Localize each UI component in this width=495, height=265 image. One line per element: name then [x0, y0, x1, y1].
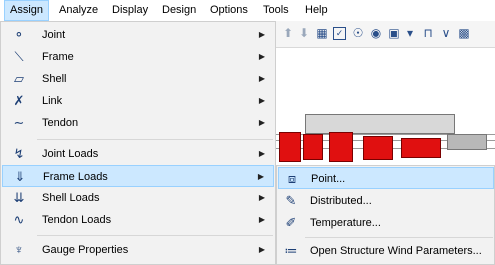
frame-loads-submenu: ⧈ Point... ✎ Distributed... ✐ Temperatur…	[276, 165, 495, 265]
menu-item-label: Frame	[42, 51, 74, 63]
shell-icon: ▱	[14, 71, 24, 86]
submenu-item-temperature[interactable]: ✐ Temperature...	[278, 212, 494, 234]
menu-bar: Assign Analyze Display Design Options To…	[0, 0, 495, 22]
menu-item-label: Frame Loads	[43, 171, 108, 183]
menu-item-joint[interactable]: ⚬ Joint ▶	[2, 24, 274, 46]
menu-item-label: Gauge Properties	[42, 244, 129, 256]
submenu-arrow-icon: ▶	[258, 52, 265, 61]
submenu-arrow-icon: ▶	[258, 149, 265, 158]
menu-item-label: Tendon Loads	[42, 214, 112, 226]
menu-item-frame[interactable]: ⟍ Frame ▶	[2, 46, 274, 68]
gauge-properties-icon: ♆	[14, 242, 24, 257]
submenu-arrow-icon: ▶	[257, 172, 264, 181]
dropdown-icon[interactable]: ▾	[403, 26, 417, 40]
structure-wall-panel	[279, 132, 301, 162]
assign-menu: ⚬ Joint ▶ ⟍ Frame ▶ ▱ Shell ▶ ✗ Link ▶ ∼…	[0, 21, 276, 265]
node-view-icon[interactable]: ∨	[439, 26, 453, 40]
shell-loads-icon: ⇊	[13, 190, 25, 205]
menu-item-shell[interactable]: ▱ Shell ▶	[2, 68, 274, 90]
structure-wall-panel	[363, 136, 393, 160]
menu-analyze[interactable]: Analyze	[54, 0, 103, 21]
submenu-item-label: Distributed...	[310, 195, 372, 207]
frame-view-icon[interactable]: ⊓	[421, 26, 435, 40]
menu-item-shell-loads[interactable]: ⇊ Shell Loads ▶	[2, 187, 274, 209]
menu-item-label: Tendon	[42, 117, 79, 129]
building-icon[interactable]: ▩	[457, 26, 471, 40]
submenu-arrow-icon: ▶	[258, 74, 265, 83]
submenu-arrow-icon: ▶	[258, 96, 265, 105]
submenu-item-distributed[interactable]: ✎ Distributed...	[278, 190, 494, 212]
menu-item-label: Joint	[42, 29, 66, 41]
submenu-item-point[interactable]: ⧈ Point...	[278, 167, 494, 189]
dot-dropdown-icon[interactable]: ◉	[369, 26, 383, 40]
submenu-arrow-icon: ▶	[258, 193, 265, 202]
menu-item-tendon-loads[interactable]: ∿ Tendon Loads ▶	[2, 209, 274, 231]
menu-tools[interactable]: Tools	[258, 0, 294, 21]
submenu-item-label: Open Structure Wind Parameters...	[310, 245, 482, 257]
structure-wall-panel	[329, 132, 353, 162]
menu-separator	[37, 139, 273, 140]
cube-icon[interactable]: ▣	[387, 26, 401, 40]
menu-options[interactable]: Options	[205, 0, 253, 21]
move-down-icon[interactable]: ⬇	[297, 26, 311, 40]
menu-help[interactable]: Help	[300, 0, 333, 21]
tendon-loads-icon: ∿	[13, 212, 25, 227]
submenu-arrow-icon: ▶	[258, 30, 265, 39]
menu-item-link[interactable]: ✗ Link ▶	[2, 90, 274, 112]
menu-item-label: Shell	[42, 73, 67, 85]
submenu-arrow-icon: ▶	[258, 245, 265, 254]
submenu-arrow-icon: ▶	[258, 215, 265, 224]
frame-icon: ⟍	[14, 49, 24, 64]
submenu-item-label: Temperature...	[310, 217, 381, 229]
frame-loads-icon: ⇓	[14, 169, 26, 184]
point-load-icon: ⧈	[287, 171, 297, 186]
link-icon: ✗	[13, 93, 25, 108]
menu-separator	[305, 237, 493, 238]
submenu-arrow-icon: ▶	[258, 118, 265, 127]
menu-item-label: Link	[42, 95, 63, 107]
submenu-item-label: Point...	[311, 173, 346, 185]
menu-item-label: Joint Loads	[42, 148, 99, 160]
distributed-load-icon: ✎	[285, 193, 297, 208]
menu-separator	[37, 235, 273, 236]
menu-item-label: Shell Loads	[42, 192, 100, 204]
menu-display[interactable]: Display	[107, 0, 153, 21]
circle-icon[interactable]: ☉	[351, 26, 365, 40]
menu-design[interactable]: Design	[157, 0, 201, 21]
joint-icon: ⚬	[13, 27, 25, 42]
menu-item-frame-loads[interactable]: ⇓ Frame Loads ▶	[2, 165, 274, 187]
submenu-item-wind-parameters[interactable]: ≔ Open Structure Wind Parameters...	[278, 240, 494, 262]
tendon-icon: ∼	[13, 115, 25, 130]
joint-loads-icon: ↯	[13, 146, 25, 161]
temperature-load-icon: ✐	[285, 215, 297, 230]
menu-item-tendon[interactable]: ∼ Tendon ▶	[2, 112, 274, 134]
checkbox-icon[interactable]: ✓	[333, 27, 346, 40]
wind-parameters-icon: ≔	[284, 243, 298, 258]
menu-assign[interactable]: Assign	[4, 0, 50, 21]
toolbar: ⬆ ⬇ ▦ ✓ ☉ ◉ ▣ ▾ ⊓ ∨ ▩	[275, 21, 495, 48]
structure-wall-panel	[303, 134, 323, 160]
structure-wall-panel	[447, 134, 487, 150]
grid-icon[interactable]: ▦	[315, 26, 329, 40]
structure-wall-panel	[401, 138, 441, 158]
structure-roof	[305, 114, 455, 134]
menu-item-joint-loads[interactable]: ↯ Joint Loads ▶	[2, 143, 274, 165]
move-up-icon[interactable]: ⬆	[281, 26, 295, 40]
menu-item-gauge-properties[interactable]: ♆ Gauge Properties ▶	[2, 239, 274, 261]
